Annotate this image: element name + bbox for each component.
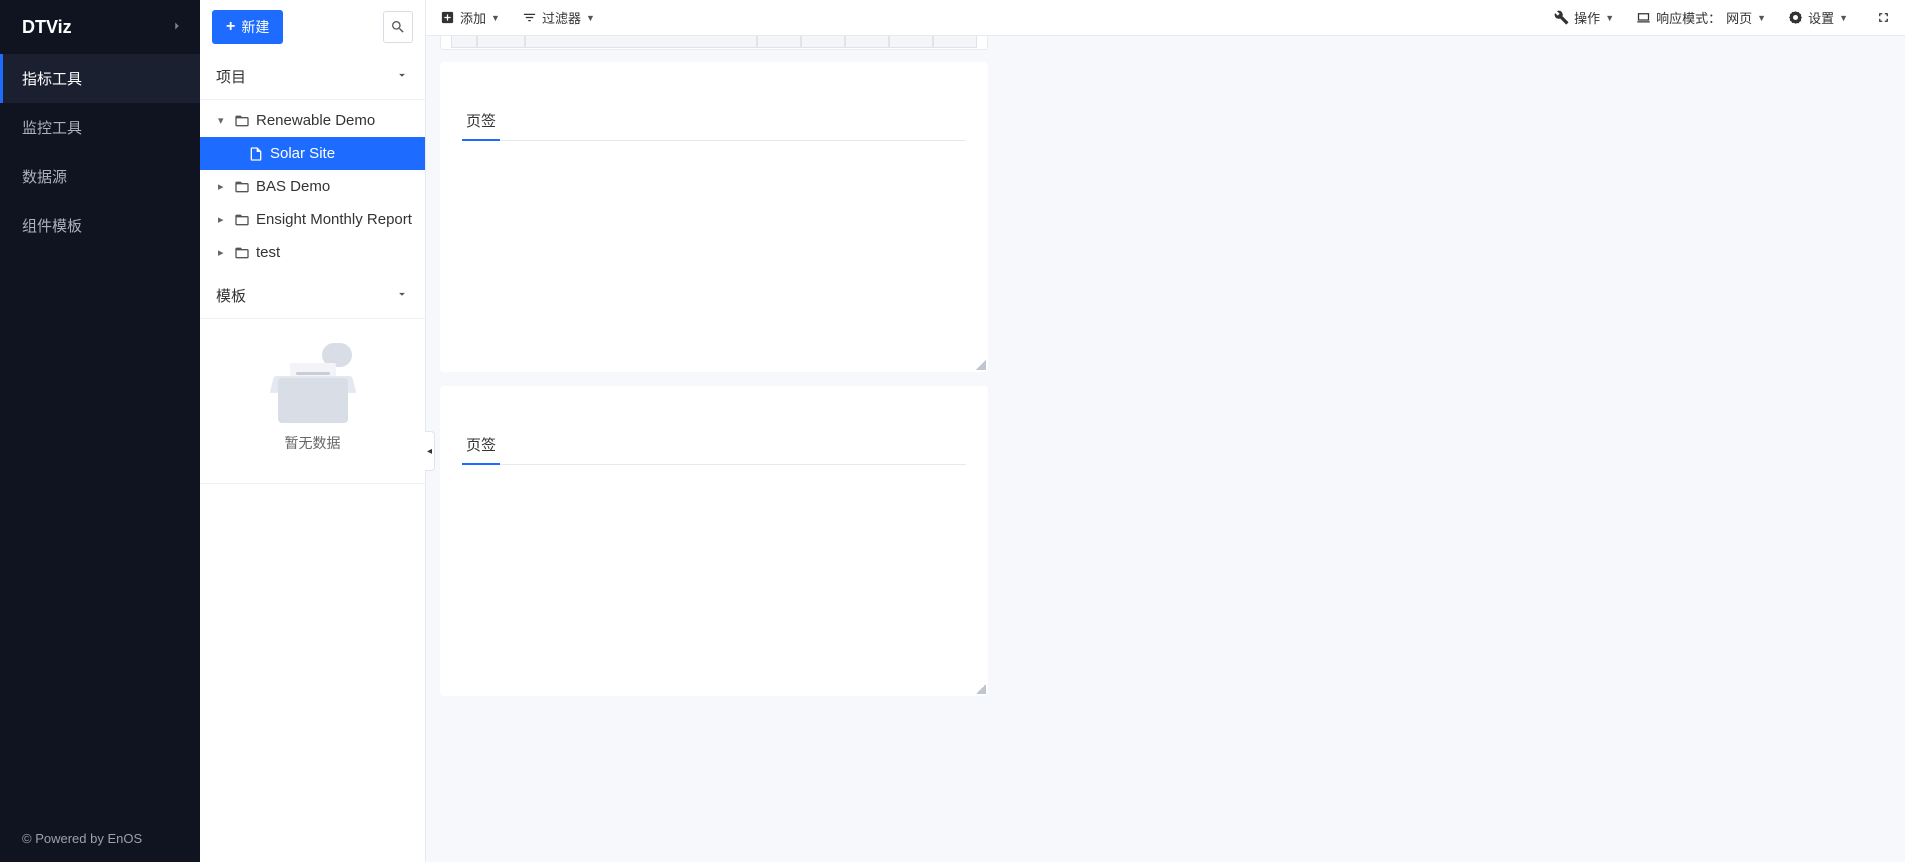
gear-icon [1788,10,1803,25]
brand-header[interactable]: DTViz [0,0,200,54]
toolbar-filter-label: 过滤器 [542,8,581,27]
responsive-label: 响应模式： [1656,8,1721,27]
new-button[interactable]: + 新建 [212,10,283,44]
nav-item-monitor[interactable]: 监控工具 [0,103,200,152]
toolbar-add-label: 添加 [460,8,486,27]
chevron-right-icon [170,17,184,38]
toolbar-settings-label: 设置 [1808,8,1834,27]
tree-label: Solar Site [270,145,335,162]
folder-open-icon [234,113,250,129]
folder-icon [234,179,250,195]
nav-item-component-template[interactable]: 组件模板 [0,201,200,250]
collapse-panel-handle[interactable]: ◂ [425,431,435,471]
nav-item-metrics[interactable]: 指标工具 [0,54,200,103]
section-header-template[interactable]: 模板 [200,273,425,319]
fullscreen-icon [1876,10,1891,25]
toolbar-operate-label: 操作 [1574,8,1600,27]
empty-text: 暂无数据 [285,433,341,453]
card-stub-top[interactable] [440,36,988,50]
toolbar-filter[interactable]: 过滤器 ▼ [522,8,595,27]
caret-right-icon: ▸ [218,180,228,193]
tree-label: Ensight Monthly Report [256,211,412,228]
nav-list: 指标工具 监控工具 数据源 组件模板 [0,54,200,815]
tab-header: 页签 [462,434,966,465]
tab-item[interactable]: 页签 [462,434,500,465]
chevron-down-icon: ▼ [1757,13,1766,23]
search-icon [390,19,406,35]
tree-node-renewable-demo[interactable]: ▾ Renewable Demo [200,104,425,137]
responsive-icon [1636,10,1651,25]
project-tree: ▾ Renewable Demo Solar Site ▸ BAS Demo ▸… [200,100,425,273]
section-project-label: 项目 [216,66,246,87]
plus-icon: + [226,19,235,35]
search-button[interactable] [383,11,413,43]
tab-card-1[interactable]: 页签 [440,62,988,372]
wrench-icon [1554,10,1569,25]
toolbar-operate[interactable]: 操作 ▼ [1554,8,1614,27]
caret-down-icon: ▾ [218,114,228,127]
new-button-label: 新建 [241,17,269,37]
toolbar: 添加 ▼ 过滤器 ▼ 操作 ▼ 响应模式： 网页 ▼ 设置 [426,0,1905,36]
project-panel: + 新建 项目 ▾ Renewable Demo Solar Site ▸ [200,0,426,862]
main-area: 添加 ▼ 过滤器 ▼ 操作 ▼ 响应模式： 网页 ▼ 设置 [426,0,1905,862]
toolbar-add[interactable]: 添加 ▼ [440,8,500,27]
tree-label: BAS Demo [256,178,330,195]
filter-icon [522,10,537,25]
responsive-value: 网页 [1726,8,1752,27]
empty-inbox-icon [268,343,358,423]
folder-icon [234,245,250,261]
left-sidebar: DTViz 指标工具 监控工具 数据源 组件模板 © Powered by En… [0,0,200,862]
resize-handle[interactable] [976,360,986,370]
toolbar-settings[interactable]: 设置 ▼ [1788,8,1848,27]
caret-right-icon: ▸ [218,246,228,259]
nav-item-datasource[interactable]: 数据源 [0,152,200,201]
chevron-down-icon: ▼ [491,13,500,23]
folder-icon [234,212,250,228]
chevron-down-icon: ▼ [1839,13,1848,23]
tree-label: test [256,244,280,261]
empty-template-state: 暂无数据 [200,319,425,484]
brand-name: DTViz [22,17,72,38]
toolbar-responsive[interactable]: 响应模式： 网页 ▼ [1636,8,1766,27]
toolbar-fullscreen[interactable] [1876,10,1891,25]
canvas[interactable]: 页签 页签 [426,36,1905,862]
chevron-down-icon: ▼ [586,13,595,23]
caret-right-icon: ▸ [218,213,228,226]
tree-node-test[interactable]: ▸ test [200,236,425,269]
tree-node-ensight-report[interactable]: ▸ Ensight Monthly Report [200,203,425,236]
chevron-down-icon [395,287,409,305]
tab-header: 页签 [462,110,966,141]
add-widget-icon [440,10,455,25]
section-template-label: 模板 [216,285,246,306]
chevron-down-icon [395,68,409,86]
tree-label: Renewable Demo [256,112,375,129]
footer-text: © Powered by EnOS [0,815,200,862]
chevron-down-icon: ▼ [1605,13,1614,23]
tab-item[interactable]: 页签 [462,110,500,141]
section-header-project[interactable]: 项目 [200,54,425,100]
tree-node-bas-demo[interactable]: ▸ BAS Demo [200,170,425,203]
tree-node-solar-site[interactable]: Solar Site [200,137,425,170]
file-icon [248,146,264,162]
tab-card-2[interactable]: 页签 [440,386,988,696]
resize-handle[interactable] [976,684,986,694]
